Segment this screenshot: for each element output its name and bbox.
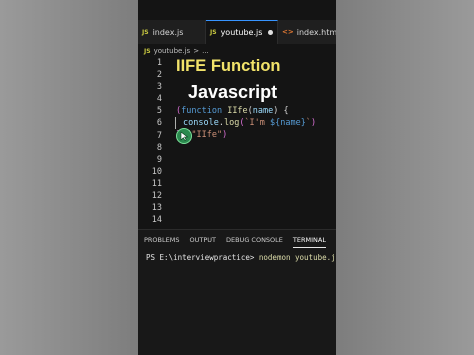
cursor-highlight-icon bbox=[176, 128, 192, 144]
code-token: IIfe bbox=[222, 106, 248, 116]
code-token: name bbox=[252, 106, 274, 116]
terminal-command: nodemon youtube.j bbox=[258, 253, 336, 262]
tab-output[interactable]: OUTPUT bbox=[189, 236, 216, 244]
tab-index-js[interactable]: JS index.js bbox=[138, 20, 206, 44]
line-number: 7 bbox=[156, 130, 162, 141]
terminal-line[interactable]: PS E:\interviewpractice> nodemon youtube… bbox=[146, 253, 336, 262]
line-number: 11 bbox=[151, 178, 162, 189]
pointer-arrow-icon bbox=[180, 131, 189, 141]
code-line-7[interactable]: console.log(`I'm ${name}`) bbox=[183, 117, 316, 129]
javascript-file-icon: JS bbox=[210, 29, 217, 36]
line-number: 6 bbox=[156, 118, 162, 129]
code-token: `I'm bbox=[244, 118, 271, 128]
javascript-file-icon: JS bbox=[144, 47, 151, 55]
tab-label: index.html bbox=[296, 27, 336, 37]
line-number-gutter: 1 2 3 4 5 6 7 8 9 10 11 12 13 14 bbox=[138, 57, 162, 226]
tab-terminal[interactable]: TERMINAL bbox=[292, 236, 326, 248]
line-number: 1 bbox=[156, 58, 162, 68]
javascript-file-icon: JS bbox=[142, 28, 149, 36]
breadcrumb-separator: > bbox=[193, 47, 200, 55]
terminal-prompt: PS E:\interviewpractice> bbox=[146, 253, 259, 262]
code-token: log bbox=[223, 118, 240, 128]
tab-index-html[interactable]: <> index.html bbox=[278, 20, 336, 44]
breadcrumb-file[interactable]: youtube.js bbox=[154, 47, 191, 55]
overlay-title: IIFE Function bbox=[176, 57, 281, 75]
line-number: 12 bbox=[151, 191, 162, 202]
code-line-6[interactable]: (function IIfe(name) { bbox=[176, 105, 289, 117]
code-token: ${name} bbox=[270, 118, 306, 128]
editor-window: JS index.js JS youtube.js <> index.html … bbox=[138, 0, 336, 355]
tab-youtube-js[interactable]: JS youtube.js bbox=[206, 20, 278, 44]
line-number: 14 bbox=[151, 215, 162, 226]
code-token: ) bbox=[310, 118, 317, 128]
bottom-panel: PROBLEMS OUTPUT DEBUG CONSOLE TERMINAL P… bbox=[138, 229, 336, 355]
code-token: function bbox=[181, 106, 223, 116]
unsaved-dot-icon[interactable] bbox=[268, 30, 273, 35]
line-number: 13 bbox=[151, 203, 162, 214]
code-token: console bbox=[183, 118, 219, 128]
tab-problems[interactable]: PROBLEMS bbox=[144, 236, 179, 244]
code-token: ) { bbox=[273, 106, 289, 116]
left-blur-margin bbox=[0, 0, 138, 355]
text-caret bbox=[175, 117, 176, 129]
breadcrumb: JS youtube.js > ... bbox=[144, 45, 209, 57]
tab-label: youtube.js bbox=[220, 28, 263, 37]
line-number: 2 bbox=[156, 70, 162, 81]
tab-label: index.js bbox=[152, 27, 184, 37]
tab-debug-console[interactable]: DEBUG CONSOLE bbox=[226, 236, 283, 244]
html-file-icon: <> bbox=[282, 28, 294, 36]
line-number: 10 bbox=[151, 166, 162, 177]
line-number: 4 bbox=[156, 94, 162, 105]
overlay-subtitle: Javascript bbox=[188, 82, 278, 102]
code-token: "IIfe" bbox=[191, 130, 223, 140]
line-number: 5 bbox=[156, 106, 162, 117]
line-number: 9 bbox=[156, 154, 162, 165]
code-token: ) bbox=[222, 130, 228, 140]
breadcrumb-rest[interactable]: ... bbox=[202, 47, 209, 55]
right-blur-margin bbox=[336, 0, 474, 355]
line-number: 3 bbox=[156, 82, 162, 93]
editor-tab-bar: JS index.js JS youtube.js <> index.html bbox=[138, 20, 336, 44]
panel-tab-bar: PROBLEMS OUTPUT DEBUG CONSOLE TERMINAL bbox=[138, 230, 336, 250]
line-number: 8 bbox=[156, 142, 162, 153]
